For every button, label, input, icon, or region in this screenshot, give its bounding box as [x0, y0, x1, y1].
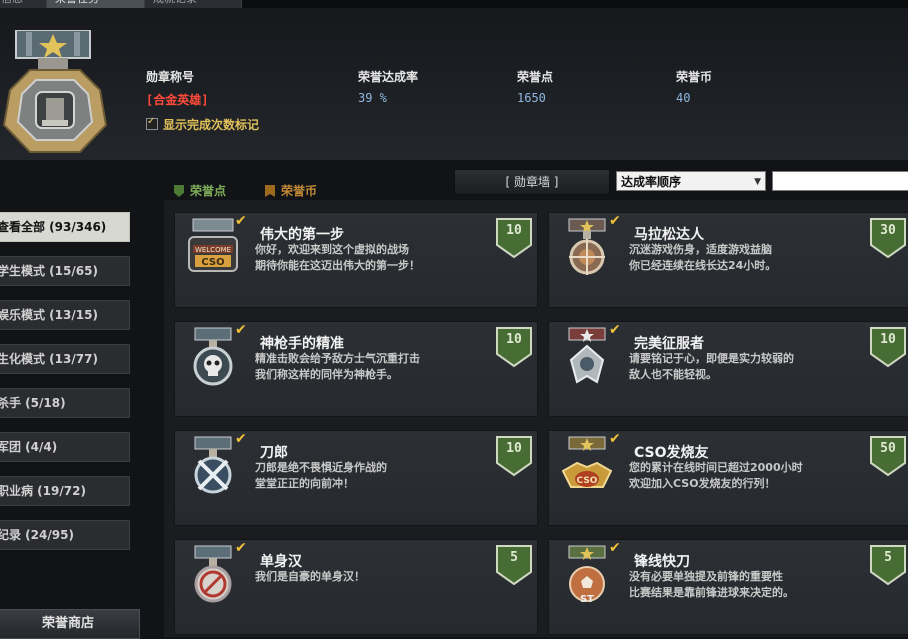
completion-rate-block: 荣誉达成率 39 % — [358, 68, 418, 105]
sidebar-item-entertainment[interactable]: 娱乐模式 (13/15) — [0, 300, 130, 330]
achievement-description: 没有必要单独提及前锋的重要性 比赛结果是靠前锋进球来决定的。 — [629, 570, 794, 599]
sort-select[interactable]: 达成率顺序 ▼ — [616, 171, 766, 191]
medal-title-block: 勋章称号 [合金英雄] — [146, 68, 208, 108]
points-value: 10 — [506, 223, 522, 238]
achievement-card[interactable]: ✔ 单身汉 我们是自豪的单身汉！ 5 — [174, 539, 538, 635]
sidebar-item-killer[interactable]: 杀手 (5/18) — [0, 388, 130, 418]
achievement-description: 沉迷游戏伤身，适度游戏益脑 你已经连续在线长达24小时。 — [629, 243, 777, 272]
soccer-st-medal-icon: ST — [568, 545, 606, 605]
honor-coins-label: 荣誉币 — [676, 70, 713, 84]
show-completion-count-label: 显示完成次数标记 — [163, 118, 260, 132]
points-value: 10 — [506, 441, 522, 456]
sidebar-item-all[interactable]: 查看全部 (93/346) — [0, 212, 130, 242]
sidebar-item-clan[interactable]: 军团 (4/4) — [0, 432, 130, 462]
green-shield-icon — [174, 185, 184, 197]
sidebar-item-student[interactable]: 学生模式 (15/65) — [0, 256, 130, 286]
completed-check-icon: ✔ — [609, 540, 621, 556]
no-heart-medal-icon — [194, 545, 232, 603]
honor-points-label: 荣誉点 — [517, 70, 554, 84]
completed-check-icon: ✔ — [235, 540, 247, 556]
points-shield-badge: 10 — [495, 435, 533, 477]
achievement-description: 您的累计在线时间已超过2000小时 欢迎加入CSO发烧友的行列！ — [629, 461, 803, 490]
welcome-cso-medal-icon: WELCOME CSO — [188, 218, 238, 272]
svg-text:CSO: CSO — [577, 476, 598, 486]
sort-select-value: 达成率顺序 — [621, 175, 682, 189]
sidebar-item-occupational[interactable]: 职业病 (19/72) — [0, 476, 130, 506]
svg-text:CSO: CSO — [201, 257, 224, 268]
points-value: 30 — [880, 223, 896, 238]
svg-text:ST: ST — [580, 594, 594, 605]
achievement-card[interactable]: ✔ 马拉松达人 沉迷游戏伤身，适度游戏益脑 你已经连续在线长达24小时。 30 — [548, 212, 908, 308]
cso-wings-medal-icon: CSO — [561, 436, 613, 488]
medal-title-label: 勋章称号 — [146, 70, 195, 84]
crosshair-medal-icon — [568, 218, 606, 275]
achievement-title: 马拉松达人 — [634, 227, 704, 243]
points-value: 10 — [506, 332, 522, 347]
eagle-medal-icon — [568, 327, 606, 384]
achievement-description: 你好，欢迎来到这个虚拟的战场 期待你能在这迈出伟大的第一步！ — [255, 243, 420, 272]
honor-shop-button[interactable]: 荣誉商店 — [0, 609, 140, 639]
completed-check-icon: ✔ — [235, 431, 247, 447]
points-value: 5 — [510, 550, 518, 565]
achievement-card[interactable]: ST ✔ 锋线快刀 没有必要单独提及前锋的重要性 比赛结果是靠前锋进球来决定的。… — [548, 539, 908, 635]
achievement-card[interactable]: ✔ 完美征服者 请要铭记于心，即便是实力较弱的 敌人也不能轻视。 10 — [548, 321, 908, 417]
achievement-title: 刀郎 — [260, 445, 288, 461]
svg-text:WELCOME: WELCOME — [195, 246, 231, 254]
completion-rate-value: 39 % — [358, 91, 387, 105]
points-shield-badge: 10 — [495, 217, 533, 259]
search-input[interactable] — [772, 171, 908, 191]
sidebar-item-records[interactable]: 纪录 (24/95) — [0, 520, 130, 550]
achievement-title: 伟大的第一步 — [260, 227, 344, 243]
sidebar-item-zombie[interactable]: 生化模式 (13/77) — [0, 344, 130, 374]
achievement-card[interactable]: ✔ 神枪手的精准 精准击败会给予敌方士气沉重打击 我们称这样的同伴为神枪手。 1… — [174, 321, 538, 417]
legend-coins-label: 荣誉币 — [281, 184, 318, 198]
achievement-description: 精准击败会给予敌方士气沉重打击 我们称这样的同伴为神枪手。 — [255, 352, 420, 381]
points-shield-badge: 5 — [495, 544, 533, 586]
honor-coins-value: 40 — [676, 91, 691, 105]
achievement-title: 完美征服者 — [634, 336, 704, 352]
points-value: 10 — [880, 332, 896, 347]
chevron-down-icon: ▼ — [754, 177, 761, 187]
skull-medal-icon — [193, 327, 233, 386]
medal-title-value: [合金英雄] — [146, 93, 209, 107]
current-medal-icon — [2, 30, 108, 153]
points-shield-badge: 50 — [869, 435, 907, 477]
top-tab-bar: 信息 荣誉任务 成就记录 — [0, 0, 908, 9]
completion-rate-label: 荣誉达成率 — [358, 70, 419, 84]
achievement-card[interactable]: WELCOME CSO ✔ 伟大的第一步 你好，欢迎来到这个虚拟的战场 期待你能… — [174, 212, 538, 308]
header-panel: 勋章称号 [合金英雄] 荣誉达成率 39 % 荣誉点 1650 荣誉币 40 显… — [0, 8, 908, 160]
completed-check-icon: ✔ — [235, 213, 247, 229]
achievement-description: 我们是自豪的单身汉！ — [255, 570, 365, 583]
achievement-description: 刀郎是绝不畏惧近身作战的 堂堂正正的向前冲！ — [255, 461, 387, 490]
medal-wall-button[interactable]: [ 勋章墙 ] — [454, 169, 610, 195]
legend-honor-points: 荣誉点 — [174, 182, 226, 199]
completed-check-icon: ✔ — [235, 322, 247, 338]
honor-points-value: 1650 — [517, 91, 546, 105]
crossed-knives-medal-icon — [194, 436, 232, 494]
legend-points-label: 荣誉点 — [190, 184, 227, 198]
achievement-title: 锋线快刀 — [634, 554, 690, 570]
points-value: 50 — [880, 441, 896, 456]
honor-coins-block: 荣誉币 40 — [676, 68, 712, 105]
legend-honor-coins: 荣誉币 — [265, 182, 317, 199]
achievement-title: CSO发烧友 — [634, 445, 709, 461]
show-completion-count-toggle[interactable]: 显示完成次数标记 — [146, 116, 259, 133]
achievement-description: 请要铭记于心，即便是实力较弱的 敌人也不能轻视。 — [629, 352, 794, 381]
points-shield-badge: 10 — [495, 326, 533, 368]
achievement-card[interactable]: CSO ✔ CSO发烧友 您的累计在线时间已超过2000小时 欢迎加入CSO发烧… — [548, 430, 908, 526]
completed-check-icon: ✔ — [609, 322, 621, 338]
completed-check-icon: ✔ — [609, 213, 621, 229]
points-shield-badge: 10 — [869, 326, 907, 368]
points-value: 5 — [884, 550, 892, 565]
points-shield-badge: 5 — [869, 544, 907, 586]
completed-check-icon: ✔ — [609, 431, 621, 447]
achievement-card[interactable]: ✔ 刀郎 刀郎是绝不畏惧近身作战的 堂堂正正的向前冲！ 10 — [174, 430, 538, 526]
points-shield-badge: 30 — [869, 217, 907, 259]
honor-points-block: 荣誉点 1650 — [517, 68, 553, 105]
achievement-title: 单身汉 — [260, 554, 302, 570]
achievement-title: 神枪手的精准 — [260, 336, 344, 352]
checkbox-icon[interactable] — [146, 116, 158, 130]
bookmark-icon — [265, 185, 275, 197]
